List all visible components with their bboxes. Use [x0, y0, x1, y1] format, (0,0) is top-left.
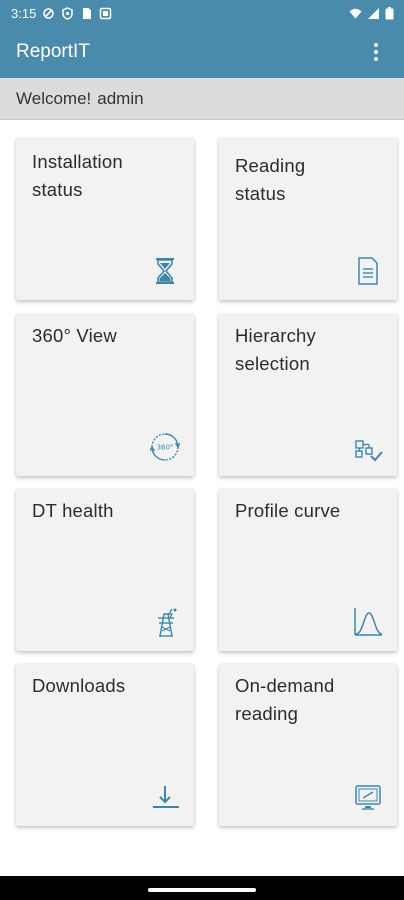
tile-label: On-demand reading: [235, 675, 335, 724]
tile-label: DT health: [32, 500, 114, 521]
tile-360-view[interactable]: 360° View 360°: [16, 314, 194, 476]
rotate-360-icon: 360°: [150, 432, 180, 462]
tile-reading-status[interactable]: Reading status: [219, 138, 397, 300]
status-bar: 3:15: [0, 0, 404, 26]
document-icon: [353, 256, 383, 286]
tile-hierarchy-selection[interactable]: Hierarchy selection: [219, 314, 397, 476]
tile-dt-health[interactable]: DT health: [16, 489, 194, 651]
bell-curve-icon: [353, 607, 383, 637]
welcome-username: admin: [97, 88, 144, 108]
more-vert-icon[interactable]: [364, 37, 388, 67]
welcome-banner: Welcome! admin: [0, 78, 404, 120]
tile-label: Installation status: [32, 151, 123, 200]
svg-text:360°: 360°: [157, 444, 174, 452]
tile-label: Hierarchy selection: [235, 325, 316, 374]
app-bar: ReportIT: [0, 26, 404, 78]
tile-label: 360° View: [32, 325, 117, 346]
battery-icon: [385, 6, 394, 20]
app-title: ReportIT: [16, 41, 90, 62]
status-bar-left: 3:15: [11, 6, 112, 21]
tile-on-demand-reading[interactable]: On-demand reading: [219, 664, 397, 826]
wifi-icon: [349, 7, 362, 20]
tile-installation-status[interactable]: Installation status: [16, 138, 194, 300]
shield-icon: [61, 6, 74, 20]
hierarchy-check-icon: [353, 432, 383, 462]
tile-profile-curve[interactable]: Profile curve: [219, 489, 397, 651]
vpn-icon: [42, 7, 55, 20]
hourglass-icon: [150, 256, 180, 286]
signal-icon: [367, 7, 380, 20]
tile-label: Profile curve: [235, 500, 341, 521]
tile-label: Reading status: [235, 155, 306, 204]
welcome-greeting: Welcome!: [16, 88, 92, 108]
status-time: 3:15: [11, 5, 37, 21]
tile-downloads[interactable]: Downloads: [16, 664, 194, 826]
status-bar-right: [349, 6, 394, 20]
app-notification-icon: [99, 7, 112, 20]
monitor-icon: [353, 782, 383, 812]
sim-card-icon: [80, 7, 93, 20]
download-icon: [150, 782, 180, 812]
tile-label: Downloads: [32, 675, 126, 696]
home-gesture-handle[interactable]: [148, 888, 256, 892]
system-nav-bar: [0, 876, 404, 900]
transformer-tower-icon: [150, 607, 180, 637]
